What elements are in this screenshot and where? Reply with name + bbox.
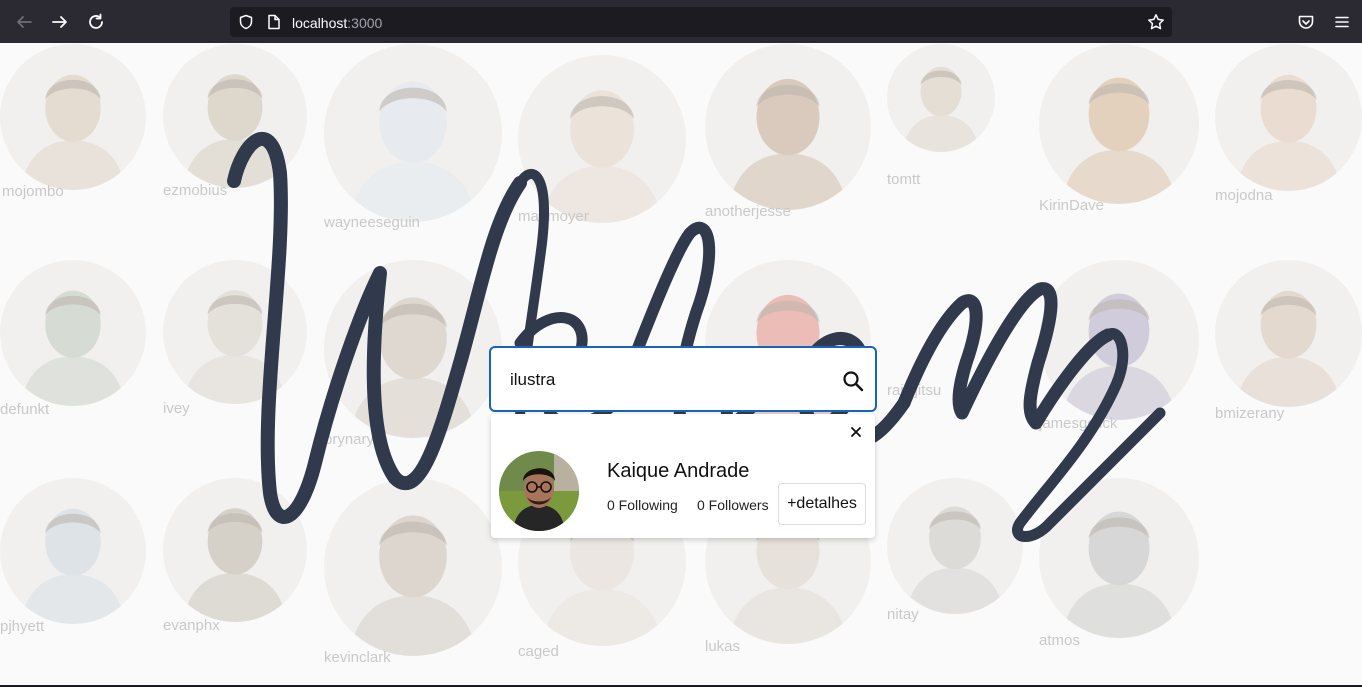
username-label: anotherjesse <box>705 203 791 220</box>
close-icon[interactable] <box>849 425 863 439</box>
avatar-portrait <box>705 44 871 210</box>
avatar-portrait <box>887 478 1023 614</box>
avatar-portrait <box>163 260 307 404</box>
username-label: mattmoyer <box>518 208 589 225</box>
page-content: mojombo ezmobius wayneeseguin mattmoyer anot… <box>0 43 1362 685</box>
avatar-portrait <box>887 44 995 152</box>
avatar-portrait <box>1039 44 1199 204</box>
avatar-portrait <box>163 478 307 622</box>
avatar-portrait <box>324 260 502 438</box>
user-avatar[interactable] <box>887 478 1023 614</box>
username-label: tomtt <box>887 171 921 188</box>
url-port: :3000 <box>347 15 383 31</box>
user-avatar[interactable] <box>1039 260 1199 420</box>
search-input[interactable] <box>510 366 830 394</box>
menu-button[interactable] <box>1330 10 1354 34</box>
pocket-icon <box>1298 15 1314 29</box>
user-avatar[interactable] <box>1039 478 1199 638</box>
user-avatar[interactable] <box>1039 44 1199 204</box>
arrow-left-icon <box>17 16 32 28</box>
username-label: caged <box>518 643 559 660</box>
avatar-portrait <box>1039 260 1199 420</box>
user-avatar[interactable] <box>324 260 502 438</box>
user-avatar[interactable] <box>0 260 146 406</box>
username-label: mojodna <box>1215 187 1273 204</box>
followers-count: 0 Followers <box>697 497 769 513</box>
avatar-portrait <box>1215 44 1362 191</box>
avatar-portrait <box>324 44 502 222</box>
username-label: jamesgolick <box>1039 415 1118 432</box>
address-bar[interactable]: localhost:3000 <box>230 7 1172 37</box>
shield-icon <box>239 14 253 30</box>
back-button[interactable] <box>12 10 36 34</box>
reload-button[interactable] <box>84 10 108 34</box>
arrow-right-icon <box>52 16 67 28</box>
user-avatar[interactable] <box>1215 260 1362 407</box>
avatar-portrait <box>0 44 146 190</box>
reload-icon <box>89 13 103 29</box>
username-label: mojombo <box>2 183 64 200</box>
result-avatar <box>499 451 579 531</box>
bookmark-star-icon[interactable] <box>1147 13 1165 31</box>
user-avatar[interactable] <box>518 55 686 223</box>
username-label: nitay <box>887 606 919 623</box>
username-label: wayneeseguin <box>324 214 420 231</box>
avatar-portrait <box>324 478 502 656</box>
url-host: localhost <box>292 15 348 31</box>
user-avatar[interactable] <box>163 44 307 188</box>
username-label: atmos <box>1039 632 1080 649</box>
result-user-name: Kaique Andrade <box>607 460 750 482</box>
search-result-card: Kaique Andrade 0 Following 0 Followers +… <box>491 414 875 538</box>
username-label: brynary <box>324 431 375 448</box>
username-label: bmizerany <box>1215 405 1285 422</box>
username-label: pjhyett <box>0 618 45 635</box>
username-label: lukas <box>705 638 741 655</box>
following-count: 0 Following <box>607 497 678 513</box>
avatar-portrait <box>0 260 146 406</box>
browser-toolbar: localhost:3000 <box>0 0 1362 43</box>
user-avatar[interactable] <box>324 478 502 656</box>
avatar-portrait <box>1215 260 1362 407</box>
user-avatar[interactable] <box>324 44 502 222</box>
avatar-portrait <box>0 478 146 624</box>
username-label: ivey <box>163 400 190 417</box>
search-icon[interactable] <box>842 370 864 392</box>
forward-button[interactable] <box>48 10 72 34</box>
hamburger-icon <box>1335 16 1349 28</box>
search-box <box>489 346 877 412</box>
user-avatar[interactable] <box>1215 44 1362 191</box>
details-button[interactable]: +detalhes <box>778 483 866 525</box>
user-avatar[interactable] <box>163 478 307 622</box>
page-icon <box>268 14 280 30</box>
username-label: defunkt <box>0 401 50 418</box>
url-text: localhost:3000 <box>292 15 382 31</box>
user-avatar[interactable] <box>163 260 307 404</box>
username-label: evanphx <box>163 617 220 634</box>
avatar-portrait <box>1039 478 1199 638</box>
user-avatar[interactable] <box>887 44 995 152</box>
pocket-button[interactable] <box>1294 10 1318 34</box>
user-avatar[interactable] <box>0 478 146 624</box>
user-avatar[interactable] <box>0 44 146 190</box>
avatar-portrait <box>518 55 686 223</box>
avatar-portrait <box>163 44 307 188</box>
username-label: railsjitsu <box>887 382 942 399</box>
user-avatar[interactable] <box>705 44 871 210</box>
username-label: KirinDave <box>1039 197 1105 214</box>
username-label: ezmobius <box>163 182 228 199</box>
username-label: kevinclark <box>324 649 391 666</box>
